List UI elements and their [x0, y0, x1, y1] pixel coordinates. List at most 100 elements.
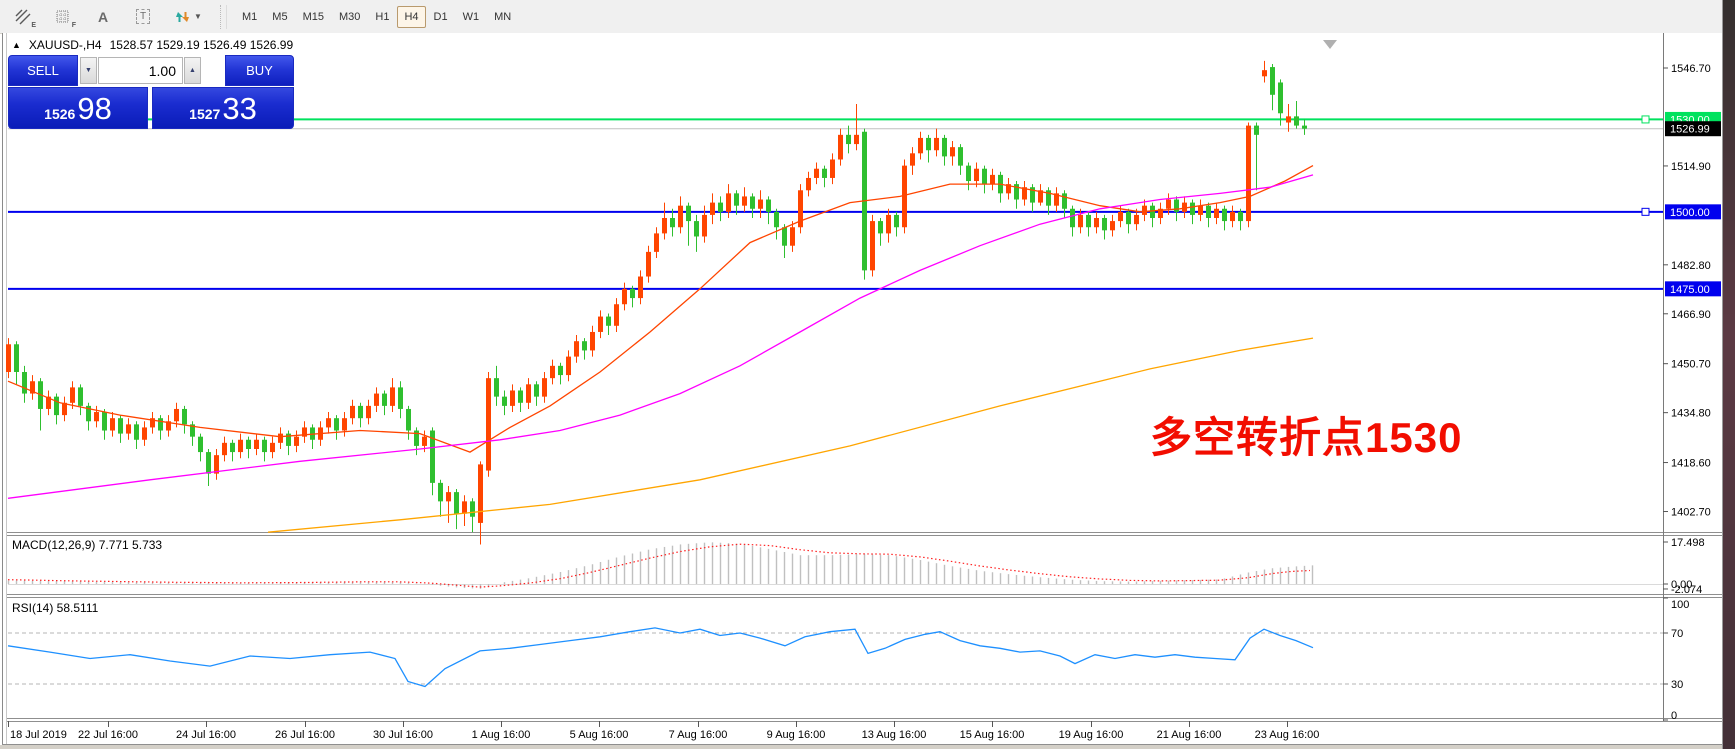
trade-controls-row: SELL ▼ ▲ BUY [8, 55, 294, 87]
candle-body [462, 501, 467, 513]
date-label: 22 Jul 16:00 [78, 729, 138, 741]
candle-body [966, 166, 971, 181]
buy-price-big: 33 [222, 92, 256, 128]
candle-body [1278, 82, 1283, 113]
candle-body [558, 366, 563, 375]
candle-body [134, 424, 139, 439]
candle-body [846, 135, 851, 144]
volume-input[interactable] [98, 57, 183, 84]
volume-increase-button[interactable]: ▲ [184, 57, 201, 84]
mt4-window: E F A T [0, 0, 1735, 749]
candle-body [142, 427, 147, 439]
candle-body [678, 206, 683, 228]
macd-axis-label: 17.498 [1671, 537, 1705, 549]
candle-body [1118, 212, 1123, 221]
candle-body [206, 452, 211, 474]
candle-body [1070, 209, 1075, 227]
candle-body [702, 215, 707, 237]
candle-body [902, 166, 907, 228]
candle-body [94, 412, 99, 421]
candle-body [118, 418, 123, 433]
price-tick-label: 1546.70 [1671, 63, 1711, 75]
candle-body [726, 193, 731, 211]
candle-body [1254, 126, 1259, 135]
volume-decrease-button[interactable]: ▼ [80, 57, 97, 84]
candle-body [694, 221, 699, 236]
candle-body [654, 233, 659, 251]
candle-body [886, 215, 891, 233]
candle-body [574, 341, 579, 356]
candle-body [934, 138, 939, 150]
candle-body [630, 289, 635, 298]
candle-body [662, 218, 667, 233]
candle-body [1086, 215, 1091, 227]
candle-body [582, 341, 587, 350]
price-tag-label: 1475.00 [1670, 284, 1710, 296]
candle-body [1166, 200, 1171, 209]
date-label: 21 Aug 16:00 [1157, 729, 1222, 741]
candle-body [262, 440, 267, 452]
candle-body [710, 203, 715, 215]
hline-handle[interactable] [1642, 116, 1649, 123]
candle-body [958, 147, 963, 165]
candle-body [438, 483, 443, 501]
price-tick-label: 1482.80 [1671, 260, 1711, 272]
candle-body [878, 221, 883, 233]
date-label: 13 Aug 16:00 [862, 729, 927, 741]
rsi-label: RSI(14) 58.5111 [12, 601, 98, 615]
candle-body [1302, 126, 1307, 129]
candle-body [838, 135, 843, 160]
candle-body [614, 304, 619, 326]
sell-price-button[interactable]: 1526 98 [8, 87, 148, 129]
candle-body [590, 332, 595, 350]
candle-body [870, 221, 875, 270]
window-right-edge [1722, 0, 1735, 749]
price-tick-label: 1434.80 [1671, 408, 1711, 420]
buy-price-button[interactable]: 1527 33 [152, 87, 294, 129]
price-tick-label: 1418.60 [1671, 458, 1711, 470]
candle-body [1134, 215, 1139, 224]
candle-body [534, 384, 539, 396]
macd-label: MACD(12,26,9) 7.771 5.733 [12, 538, 162, 552]
candle-body [750, 196, 755, 208]
candle-body [830, 159, 835, 177]
rsi-axis-label: 70 [1671, 628, 1683, 640]
candle-body [1206, 206, 1211, 218]
candle-body [1078, 215, 1083, 227]
candle-body [326, 418, 331, 427]
candle-body [126, 424, 131, 433]
candle-body [334, 418, 339, 430]
candle-body [422, 437, 427, 446]
sell-button[interactable]: SELL [8, 55, 78, 86]
candle-body [294, 437, 299, 446]
candle-body [1174, 200, 1179, 212]
candle-body [1198, 206, 1203, 215]
candle-body [270, 443, 275, 452]
candle-body [646, 252, 651, 277]
spinner-down-icon: ▼ [85, 67, 92, 74]
date-label: 30 Jul 16:00 [373, 729, 433, 741]
candle-body [526, 384, 531, 402]
rsi-axis-label: 0 [1671, 710, 1677, 722]
candle-body [102, 412, 107, 430]
hline-handle[interactable] [1642, 208, 1649, 215]
collapse-panel-icon[interactable]: ▲ [12, 40, 21, 50]
buy-button[interactable]: BUY [225, 55, 294, 86]
date-label: 26 Jul 16:00 [275, 729, 335, 741]
candle-body [758, 200, 763, 209]
candle-body [918, 138, 923, 153]
candle-body [598, 317, 603, 332]
candle-body [478, 464, 483, 523]
candle-body [686, 206, 691, 221]
candle-body [390, 387, 395, 405]
candle-body [1238, 212, 1243, 221]
candle-body [198, 437, 203, 452]
chart-title: ▲ XAUUSD-,H4 1528.57 1529.19 1526.49 152… [12, 38, 293, 52]
candle-body [350, 406, 355, 418]
candle-body [22, 372, 27, 394]
candle-body [1286, 116, 1291, 122]
candle-body [814, 169, 819, 178]
candle-body [366, 406, 371, 418]
candle-body [542, 378, 547, 396]
candle-body [606, 317, 611, 326]
